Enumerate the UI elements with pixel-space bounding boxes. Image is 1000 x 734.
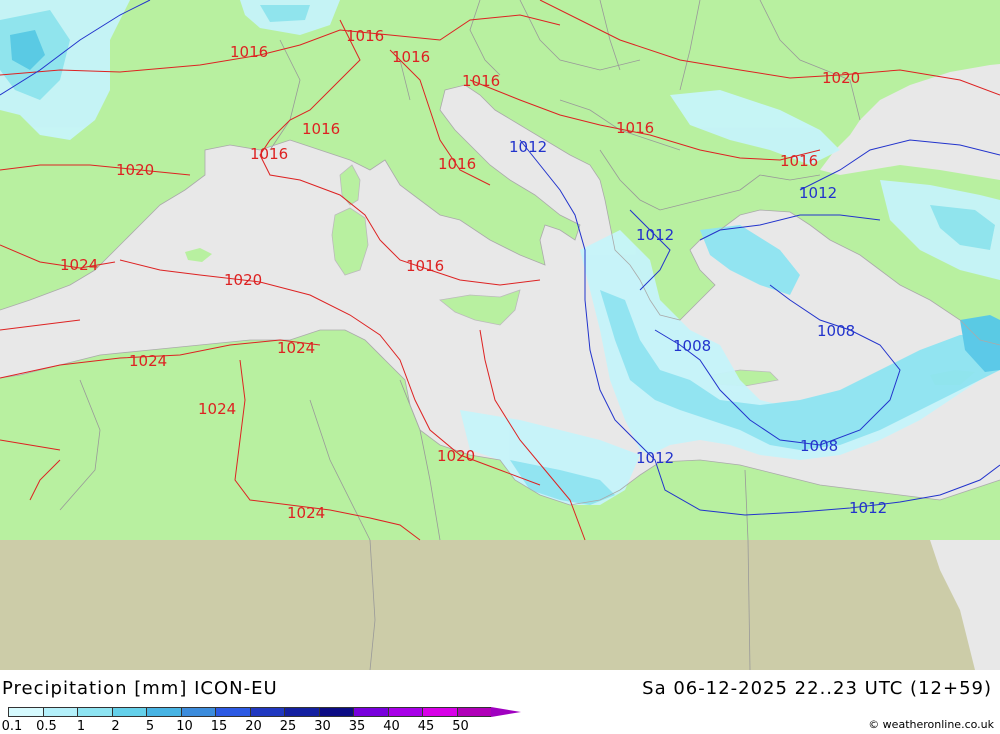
isobar-label: 1008 [800, 437, 838, 455]
isobar-label: 1020 [224, 271, 262, 289]
scale-swatch [456, 707, 491, 717]
scale-swatch [387, 707, 422, 717]
scale-swatch [284, 707, 319, 717]
scale-tick-label: 5 [145, 719, 155, 734]
scale-tick-label: 35 [348, 719, 366, 734]
isobar-label: 1020 [437, 447, 475, 465]
scale-tick-label: 30 [314, 719, 331, 734]
scale-tick-label: 0.1 [1, 719, 23, 734]
scale-swatch [318, 707, 353, 717]
isobar-label: 1016 [462, 72, 500, 90]
scale-swatch [111, 707, 146, 717]
isobar-label: 1008 [673, 337, 711, 355]
scale-tick-label: 10 [176, 719, 193, 734]
credit-text: © weatheronline.co.uk [868, 718, 994, 731]
scale-swatch [422, 707, 457, 717]
scale-tick-label: 45 [417, 719, 435, 734]
isobar-label: 1016 [250, 145, 288, 163]
isobar-label: 1024 [277, 339, 315, 357]
isobar-label: 1024 [129, 352, 167, 370]
scale-tick-label: 20 [245, 719, 262, 734]
precipitation-color-scale [8, 707, 521, 718]
scale-swatch [77, 707, 112, 717]
isobar-label: 1016 [406, 257, 444, 275]
isobar-label: 1016 [438, 155, 476, 173]
weather-map: 1016 1016 1016 1016 1016 1016 1016 1016 … [0, 0, 1000, 671]
scale-tick-label: 50 [452, 719, 469, 734]
scale-swatch [249, 707, 284, 717]
scale-tick-label: 0.5 [36, 719, 57, 734]
isobar-label: 1016 [346, 27, 384, 45]
scale-tick-label: 25 [279, 719, 297, 734]
isobar-label: 1016 [616, 119, 654, 137]
scale-swatch [215, 707, 250, 717]
scale-swatch [146, 707, 181, 717]
isobar-label: 1024 [60, 256, 98, 274]
forecast-datetime: Sa 06-12-2025 22..23 UTC (12+59) [642, 678, 992, 699]
map-title: Precipitation [mm] ICON-EU [2, 678, 278, 699]
scale-arrow [491, 707, 521, 717]
isobar-label: 1012 [799, 184, 837, 202]
map-canvas: 1016 1016 1016 1016 1016 1016 1016 1016 … [0, 0, 1000, 671]
isobar-label: 1012 [509, 138, 547, 156]
scale-tick-label: 15 [210, 719, 228, 734]
isobar-label: 1020 [116, 161, 154, 179]
scale-swatch [180, 707, 215, 717]
precipitation-scale-labels: 0.1 0.5 1 2 5 10 15 20 25 30 35 40 45 50 [0, 719, 520, 734]
isobar-label: 1024 [198, 400, 236, 418]
scale-tick-label: 2 [111, 719, 120, 734]
scale-swatch [353, 707, 388, 717]
isobar-label: 1020 [822, 69, 860, 87]
isobar-label: 1024 [287, 504, 325, 522]
scale-swatch [42, 707, 77, 717]
isobar-label: 1012 [636, 226, 674, 244]
scale-swatch [8, 707, 43, 717]
isobar-label: 1012 [849, 499, 887, 517]
scale-tick-label: 40 [383, 719, 400, 734]
isobar-label: 1016 [780, 152, 818, 170]
isobar-label: 1016 [230, 43, 268, 61]
isobar-label: 1012 [636, 449, 674, 467]
scale-tick-label: 1 [76, 719, 86, 734]
isobar-label: 1016 [302, 120, 340, 138]
isobar-label: 1016 [392, 48, 430, 66]
outside-domain-area [0, 540, 1000, 670]
map-footer: Precipitation [mm] ICON-EU Sa 06-12-2025… [0, 670, 1000, 734]
isobar-label: 1008 [817, 322, 855, 340]
